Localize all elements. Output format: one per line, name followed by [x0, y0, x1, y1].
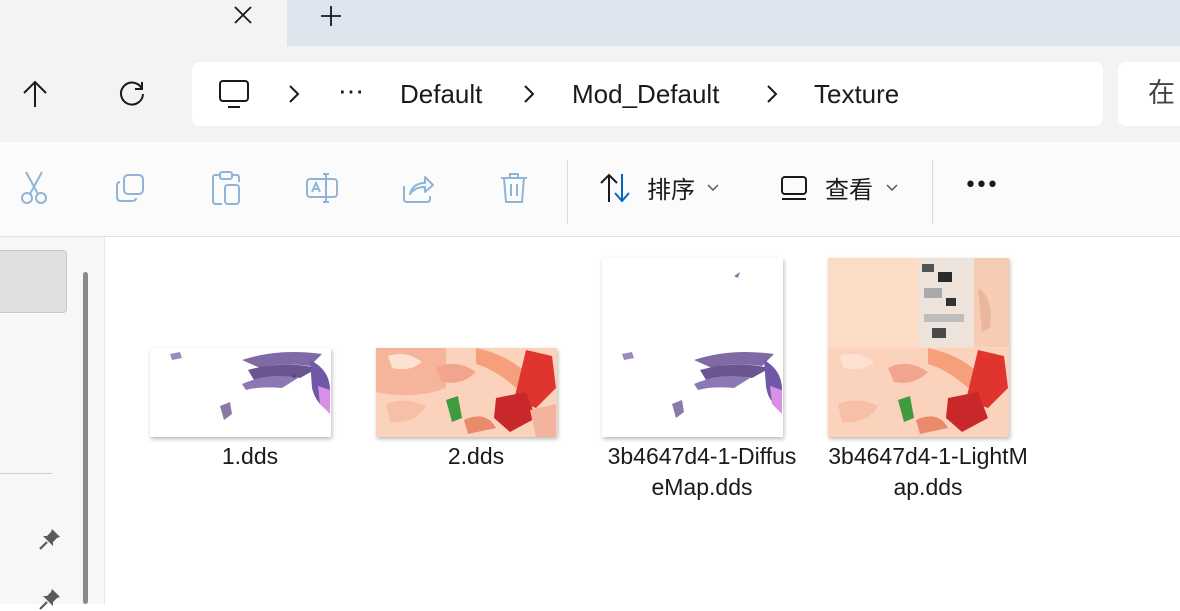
breadcrumb-mod-default[interactable]: Mod_Default: [572, 79, 719, 109]
view-label[interactable]: 查看: [825, 176, 873, 204]
search-placeholder: 在: [1148, 78, 1175, 109]
chevron-right-icon[interactable]: [519, 78, 539, 110]
file-name: 1.dds: [221, 443, 279, 469]
chevron-right-icon[interactable]: [284, 78, 304, 110]
file-item[interactable]: 1.dds: [150, 257, 350, 517]
chevron-down-icon[interactable]: [702, 166, 724, 210]
breadcrumb-texture[interactable]: Texture: [814, 79, 899, 109]
separator: [932, 160, 933, 224]
separator: [567, 160, 568, 224]
command-bar: 排序 查看 •••: [0, 142, 1180, 237]
refresh-icon[interactable]: [110, 72, 154, 116]
search-box[interactable]: 在: [1118, 62, 1180, 126]
paste-icon[interactable]: [204, 166, 248, 210]
delete-icon[interactable]: [492, 166, 536, 210]
view-icon[interactable]: [772, 166, 816, 210]
pin-icon[interactable]: [38, 587, 62, 611]
file-view: 1.dds 2.dds 3b4647d4-1-DiffuseMap.dds 3b…: [105, 237, 1180, 604]
this-pc-icon[interactable]: [217, 78, 251, 110]
cut-icon[interactable]: [12, 166, 56, 210]
up-arrow-icon[interactable]: [13, 72, 57, 116]
navigation-pane: [0, 237, 105, 610]
nav-divider: [0, 473, 52, 474]
scrollbar[interactable]: [83, 272, 88, 604]
breadcrumb-overflow[interactable]: ⋯: [338, 76, 364, 106]
sort-icon[interactable]: [594, 166, 638, 210]
chevron-right-icon[interactable]: [762, 78, 782, 110]
pin-icon[interactable]: [38, 527, 62, 551]
chevron-down-icon[interactable]: [881, 166, 903, 210]
breadcrumb-default[interactable]: Default: [400, 79, 482, 109]
file-name: 2.dds: [447, 443, 505, 469]
file-thumbnail: [150, 348, 331, 437]
file-item[interactable]: 2.dds: [376, 257, 576, 517]
rename-icon[interactable]: [300, 166, 344, 210]
new-tab-icon[interactable]: [314, 2, 348, 30]
file-name: 3b4647d4-1-LightMap.dds: [828, 443, 1028, 500]
nav-item-selected[interactable]: [0, 250, 67, 313]
sort-label[interactable]: 排序: [647, 176, 695, 204]
file-item[interactable]: 3b4647d4-1-DiffuseMap.dds: [602, 257, 802, 517]
copy-icon[interactable]: [108, 166, 152, 210]
share-icon[interactable]: [396, 166, 440, 210]
file-name: 3b4647d4-1-DiffuseMap.dds: [607, 443, 797, 500]
address-bar[interactable]: ⋯ Default Mod_Default Texture: [192, 62, 1103, 126]
close-tab-icon[interactable]: [228, 2, 258, 28]
file-thumbnail: [828, 258, 1009, 437]
active-tab[interactable]: [0, 0, 287, 46]
more-options-icon[interactable]: •••: [964, 172, 999, 200]
file-thumbnail: [376, 348, 557, 437]
tab-strip: [0, 0, 1180, 46]
file-thumbnail: [602, 258, 783, 437]
file-item[interactable]: 3b4647d4-1-LightMap.dds: [828, 257, 1028, 517]
navigation-bar: ⋯ Default Mod_Default Texture 在: [0, 46, 1180, 142]
